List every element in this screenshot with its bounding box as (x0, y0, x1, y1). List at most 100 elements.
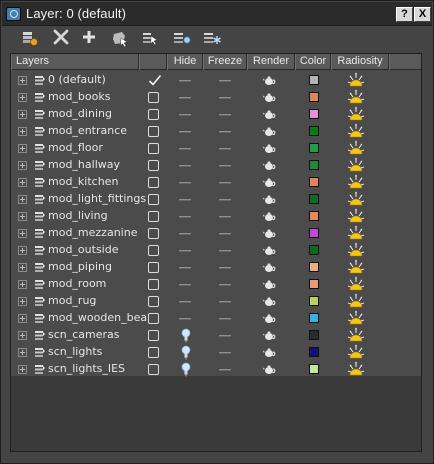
layer-name[interactable]: 0 (default) (48, 73, 106, 86)
hide-toggle[interactable] (179, 216, 191, 218)
layer-name[interactable]: mod_wooden_beam (48, 311, 158, 324)
set-current-checkbox[interactable] (148, 364, 159, 375)
freeze-toggle[interactable] (219, 352, 231, 354)
set-current-checkbox[interactable] (148, 211, 159, 222)
render-teapot-icon[interactable] (262, 347, 276, 358)
layer-color-swatch[interactable] (309, 262, 319, 272)
expand-plus-icon[interactable] (18, 297, 27, 306)
render-teapot-icon[interactable] (262, 92, 276, 103)
render-teapot-icon[interactable] (262, 330, 276, 341)
radiosity-sun-icon[interactable] (347, 310, 365, 326)
layer-color-swatch[interactable] (309, 211, 319, 221)
expand-plus-icon[interactable] (18, 331, 27, 340)
hide-toggle[interactable] (179, 131, 191, 133)
render-teapot-icon[interactable] (262, 228, 276, 239)
expand-plus-icon[interactable] (18, 93, 27, 102)
freeze-toggle[interactable] (219, 216, 231, 218)
expand-plus-icon[interactable] (18, 229, 27, 238)
layer-color-swatch[interactable] (309, 364, 319, 374)
expand-plus-icon[interactable] (18, 110, 27, 119)
header-radiosity[interactable]: Radiosity (331, 54, 389, 70)
expand-plus-icon[interactable] (18, 280, 27, 289)
render-teapot-icon[interactable] (262, 211, 276, 222)
set-current-checkbox[interactable] (148, 228, 159, 239)
freeze-toggle[interactable] (219, 131, 231, 133)
header-hide[interactable]: Hide (167, 54, 203, 70)
layer-name[interactable]: mod_piping (48, 260, 112, 273)
render-teapot-icon[interactable] (262, 126, 276, 137)
freeze-toggle[interactable] (219, 165, 231, 167)
layer-name[interactable]: mod_hallway (48, 158, 120, 171)
highlight-selected-layers-icon[interactable] (140, 28, 162, 48)
set-current-checkbox[interactable] (148, 194, 159, 205)
hide-toggle[interactable] (179, 148, 191, 150)
layer-row[interactable]: mod_mezzanine (11, 225, 391, 242)
layer-color-swatch[interactable] (309, 194, 319, 204)
radiosity-sun-icon[interactable] (347, 157, 365, 173)
freeze-toggle[interactable] (219, 148, 231, 150)
freeze-toggle[interactable] (219, 97, 231, 99)
header-layers[interactable]: Layers (11, 54, 139, 70)
set-current-checkbox[interactable] (148, 347, 159, 358)
layer-row[interactable]: mod_hallway (11, 157, 391, 174)
render-teapot-icon[interactable] (262, 364, 276, 375)
expand-plus-icon[interactable] (18, 263, 27, 272)
radiosity-sun-icon[interactable] (347, 259, 365, 275)
layer-row[interactable]: mod_outside (11, 242, 391, 259)
hide-toggle[interactable] (179, 182, 191, 184)
render-teapot-icon[interactable] (262, 177, 276, 188)
layer-row[interactable]: mod_books (11, 89, 391, 106)
hide-toggle-bulb-icon[interactable] (181, 328, 191, 343)
current-layer-check-icon[interactable] (148, 74, 162, 87)
layer-name[interactable]: mod_floor (48, 141, 103, 154)
set-current-checkbox[interactable] (148, 262, 159, 273)
hide-toggle[interactable] (179, 318, 191, 320)
hide-toggle[interactable] (179, 165, 191, 167)
freeze-toggle[interactable] (219, 335, 231, 337)
freeze-toggle[interactable] (219, 267, 231, 269)
layer-color-swatch[interactable] (309, 245, 319, 255)
layer-name[interactable]: mod_entrance (48, 124, 127, 137)
render-teapot-icon[interactable] (262, 75, 276, 86)
delete-layer-icon[interactable] (50, 28, 72, 48)
layer-color-swatch[interactable] (309, 347, 319, 357)
add-selection-to-layer-icon[interactable] (78, 28, 100, 48)
freeze-toggle[interactable] (219, 284, 231, 286)
render-teapot-icon[interactable] (262, 160, 276, 171)
layer-name[interactable]: scn_lights (48, 345, 102, 358)
layer-color-swatch[interactable] (309, 279, 319, 289)
layer-name[interactable]: scn_cameras (48, 328, 120, 341)
layer-name[interactable]: mod_rug (48, 294, 96, 307)
render-teapot-icon[interactable] (262, 313, 276, 324)
radiosity-sun-icon[interactable] (347, 89, 365, 105)
set-current-checkbox[interactable] (148, 92, 159, 103)
freeze-toggle[interactable] (219, 233, 231, 235)
layer-color-swatch[interactable] (309, 92, 319, 102)
hide-all-layers-icon[interactable] (171, 28, 193, 48)
set-current-checkbox[interactable] (148, 313, 159, 324)
hide-toggle[interactable] (179, 250, 191, 252)
hide-toggle[interactable] (179, 301, 191, 303)
radiosity-sun-icon[interactable] (347, 72, 365, 88)
radiosity-sun-icon[interactable] (347, 293, 365, 309)
layer-row[interactable]: mod_piping (11, 259, 391, 276)
radiosity-sun-icon[interactable] (347, 174, 365, 190)
layer-row[interactable]: mod_light_fittings (11, 191, 391, 208)
render-teapot-icon[interactable] (262, 245, 276, 256)
expand-plus-icon[interactable] (18, 161, 27, 170)
hide-toggle[interactable] (179, 267, 191, 269)
hide-toggle[interactable] (179, 233, 191, 235)
layer-color-swatch[interactable] (309, 313, 319, 323)
layer-name[interactable]: mod_room (48, 277, 106, 290)
layer-row[interactable]: mod_room (11, 276, 391, 293)
render-teapot-icon[interactable] (262, 109, 276, 120)
layer-name[interactable]: mod_living (48, 209, 108, 222)
layer-color-swatch[interactable] (309, 75, 319, 85)
freeze-toggle[interactable] (219, 369, 231, 371)
header-render[interactable]: Render (247, 54, 295, 70)
freeze-toggle[interactable] (219, 318, 231, 320)
render-teapot-icon[interactable] (262, 143, 276, 154)
freeze-toggle[interactable] (219, 301, 231, 303)
set-current-checkbox[interactable] (148, 177, 159, 188)
create-new-layer-icon[interactable] (19, 28, 41, 48)
